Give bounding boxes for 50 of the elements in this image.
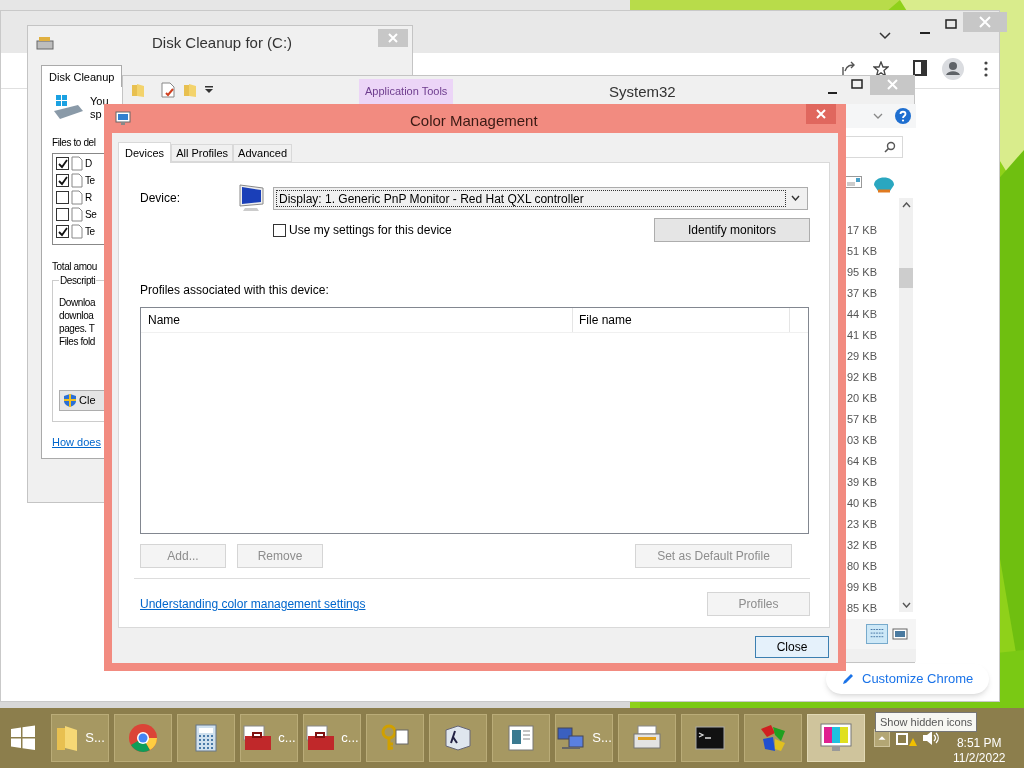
- checkbox-label: Use my settings for this device: [289, 222, 452, 239]
- file-size: 39 KB: [847, 475, 878, 490]
- window-title: Color Management: [410, 111, 538, 131]
- file-size: 99 KB: [847, 580, 878, 595]
- intro-text: sp: [90, 108, 103, 121]
- tab[interactable]: Devices: [118, 142, 172, 163]
- tab[interactable]: Disk Cleanup: [41, 65, 123, 87]
- column-header[interactable]: Name: [141, 308, 573, 332]
- help-link[interactable]: Understanding color management settings: [140, 595, 366, 613]
- customize-chrome-button[interactable]: Customize Chrome: [826, 664, 990, 694]
- file-size: 64 KB: [847, 454, 878, 469]
- file-size: 95 KB: [847, 265, 878, 280]
- file-size: 85 KB: [847, 601, 878, 616]
- file-size: 32 KB: [847, 538, 878, 553]
- tab[interactable]: All Profiles: [171, 144, 234, 162]
- file-size: 37 KB: [847, 286, 878, 301]
- description-text: Downloa downloa pages. T Files fold: [59, 296, 96, 348]
- file-size: 92 KB: [847, 370, 878, 385]
- profiles-label: Profiles associated with this device:: [140, 282, 330, 299]
- file-type-label: R: [85, 191, 92, 205]
- device-dropdown[interactable]: Display: 1. Generic PnP Monitor - Red Hat QXL controller: [273, 186, 808, 210]
- file-size: 40 KB: [847, 496, 878, 511]
- total-label: Total amou: [52, 260, 98, 274]
- tab[interactable]: Advanced: [233, 144, 293, 162]
- file-size: 29 KB: [847, 349, 878, 364]
- window-title: System32: [609, 82, 676, 102]
- group-title: Descripti: [59, 273, 97, 288]
- file-size: 51 KB: [847, 244, 878, 259]
- file-size: 17 KB: [847, 223, 878, 238]
- close-button[interactable]: Close: [755, 636, 829, 658]
- file-type-label: D: [85, 157, 92, 171]
- file-size: 57 KB: [847, 412, 878, 427]
- dropdown-value: Display: 1. Generic PnP Monitor - Red Hat QXL controller: [276, 189, 786, 207]
- clock[interactable]: 8:51 PM 11/2/2022: [953, 736, 1006, 766]
- file-size: 80 KB: [847, 559, 878, 574]
- file-size: 23 KB: [847, 517, 878, 532]
- file-size: 41 KB: [847, 328, 878, 343]
- file-type-label: Te: [85, 225, 95, 239]
- device-label: Device:: [140, 190, 181, 207]
- ribbon-tab[interactable]: Application Tools: [359, 79, 454, 104]
- tooltip: Show hidden icons: [875, 712, 978, 732]
- column-header[interactable]: File name: [573, 308, 790, 332]
- window-title: Disk Cleanup for (C:): [152, 33, 293, 53]
- file-size: 03 KB: [847, 433, 878, 448]
- identify-monitors-button[interactable]: Identify monitors: [654, 218, 810, 242]
- file-size: 20 KB: [847, 391, 878, 406]
- file-type-label: Se: [85, 208, 97, 222]
- files-label: Files to del: [52, 136, 97, 150]
- file-size: 44 KB: [847, 307, 878, 322]
- file-type-label: Te: [85, 174, 95, 188]
